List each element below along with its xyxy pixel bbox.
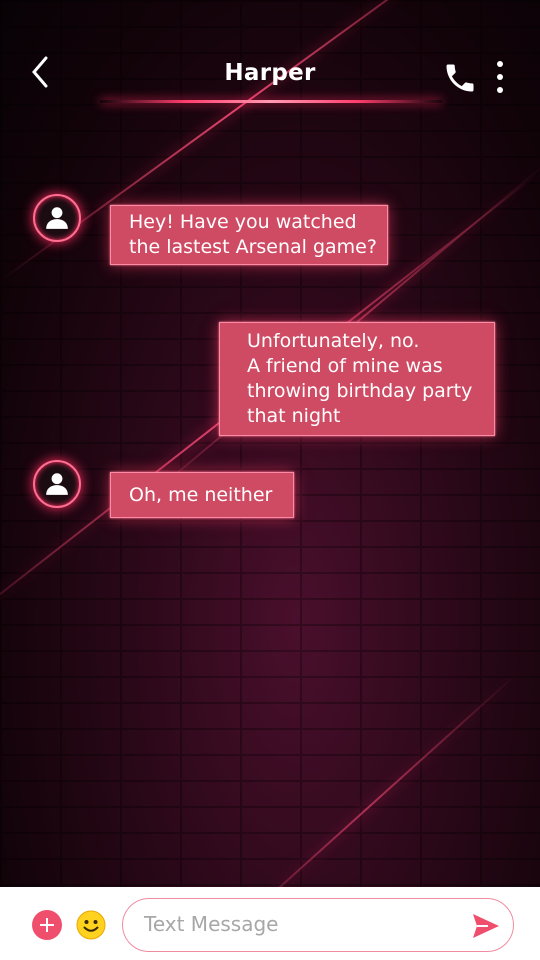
call-button[interactable] [442,60,478,96]
top-bar: Harper [0,0,540,120]
title-glow-divider [100,100,442,103]
user-icon [46,207,68,229]
more-options-button[interactable] [488,58,512,98]
phone-icon [446,64,474,92]
message-bubble-outgoing[interactable]: Unfortunately, no. A friend of mine was … [219,322,495,436]
send-button[interactable] [470,910,502,942]
avatar[interactable] [33,194,81,242]
emoji-button[interactable] [76,910,106,940]
message-text: Hey! Have you watched the lastest Arsena… [129,211,377,258]
message-input-placeholder: Text Message [144,912,279,936]
message-text: Oh, me neither [129,484,273,506]
more-vertical-icon [497,61,503,93]
avatar[interactable] [33,460,81,508]
message-bubble-incoming[interactable]: Oh, me neither [110,472,294,518]
message-bubble-incoming[interactable]: Hey! Have you watched the lastest Arsena… [110,205,388,265]
user-icon [46,473,68,495]
send-icon [473,914,499,938]
smiley-icon [76,910,106,940]
add-attachment-button[interactable] [32,910,62,940]
message-text: Unfortunately, no. A friend of mine was … [247,330,473,427]
